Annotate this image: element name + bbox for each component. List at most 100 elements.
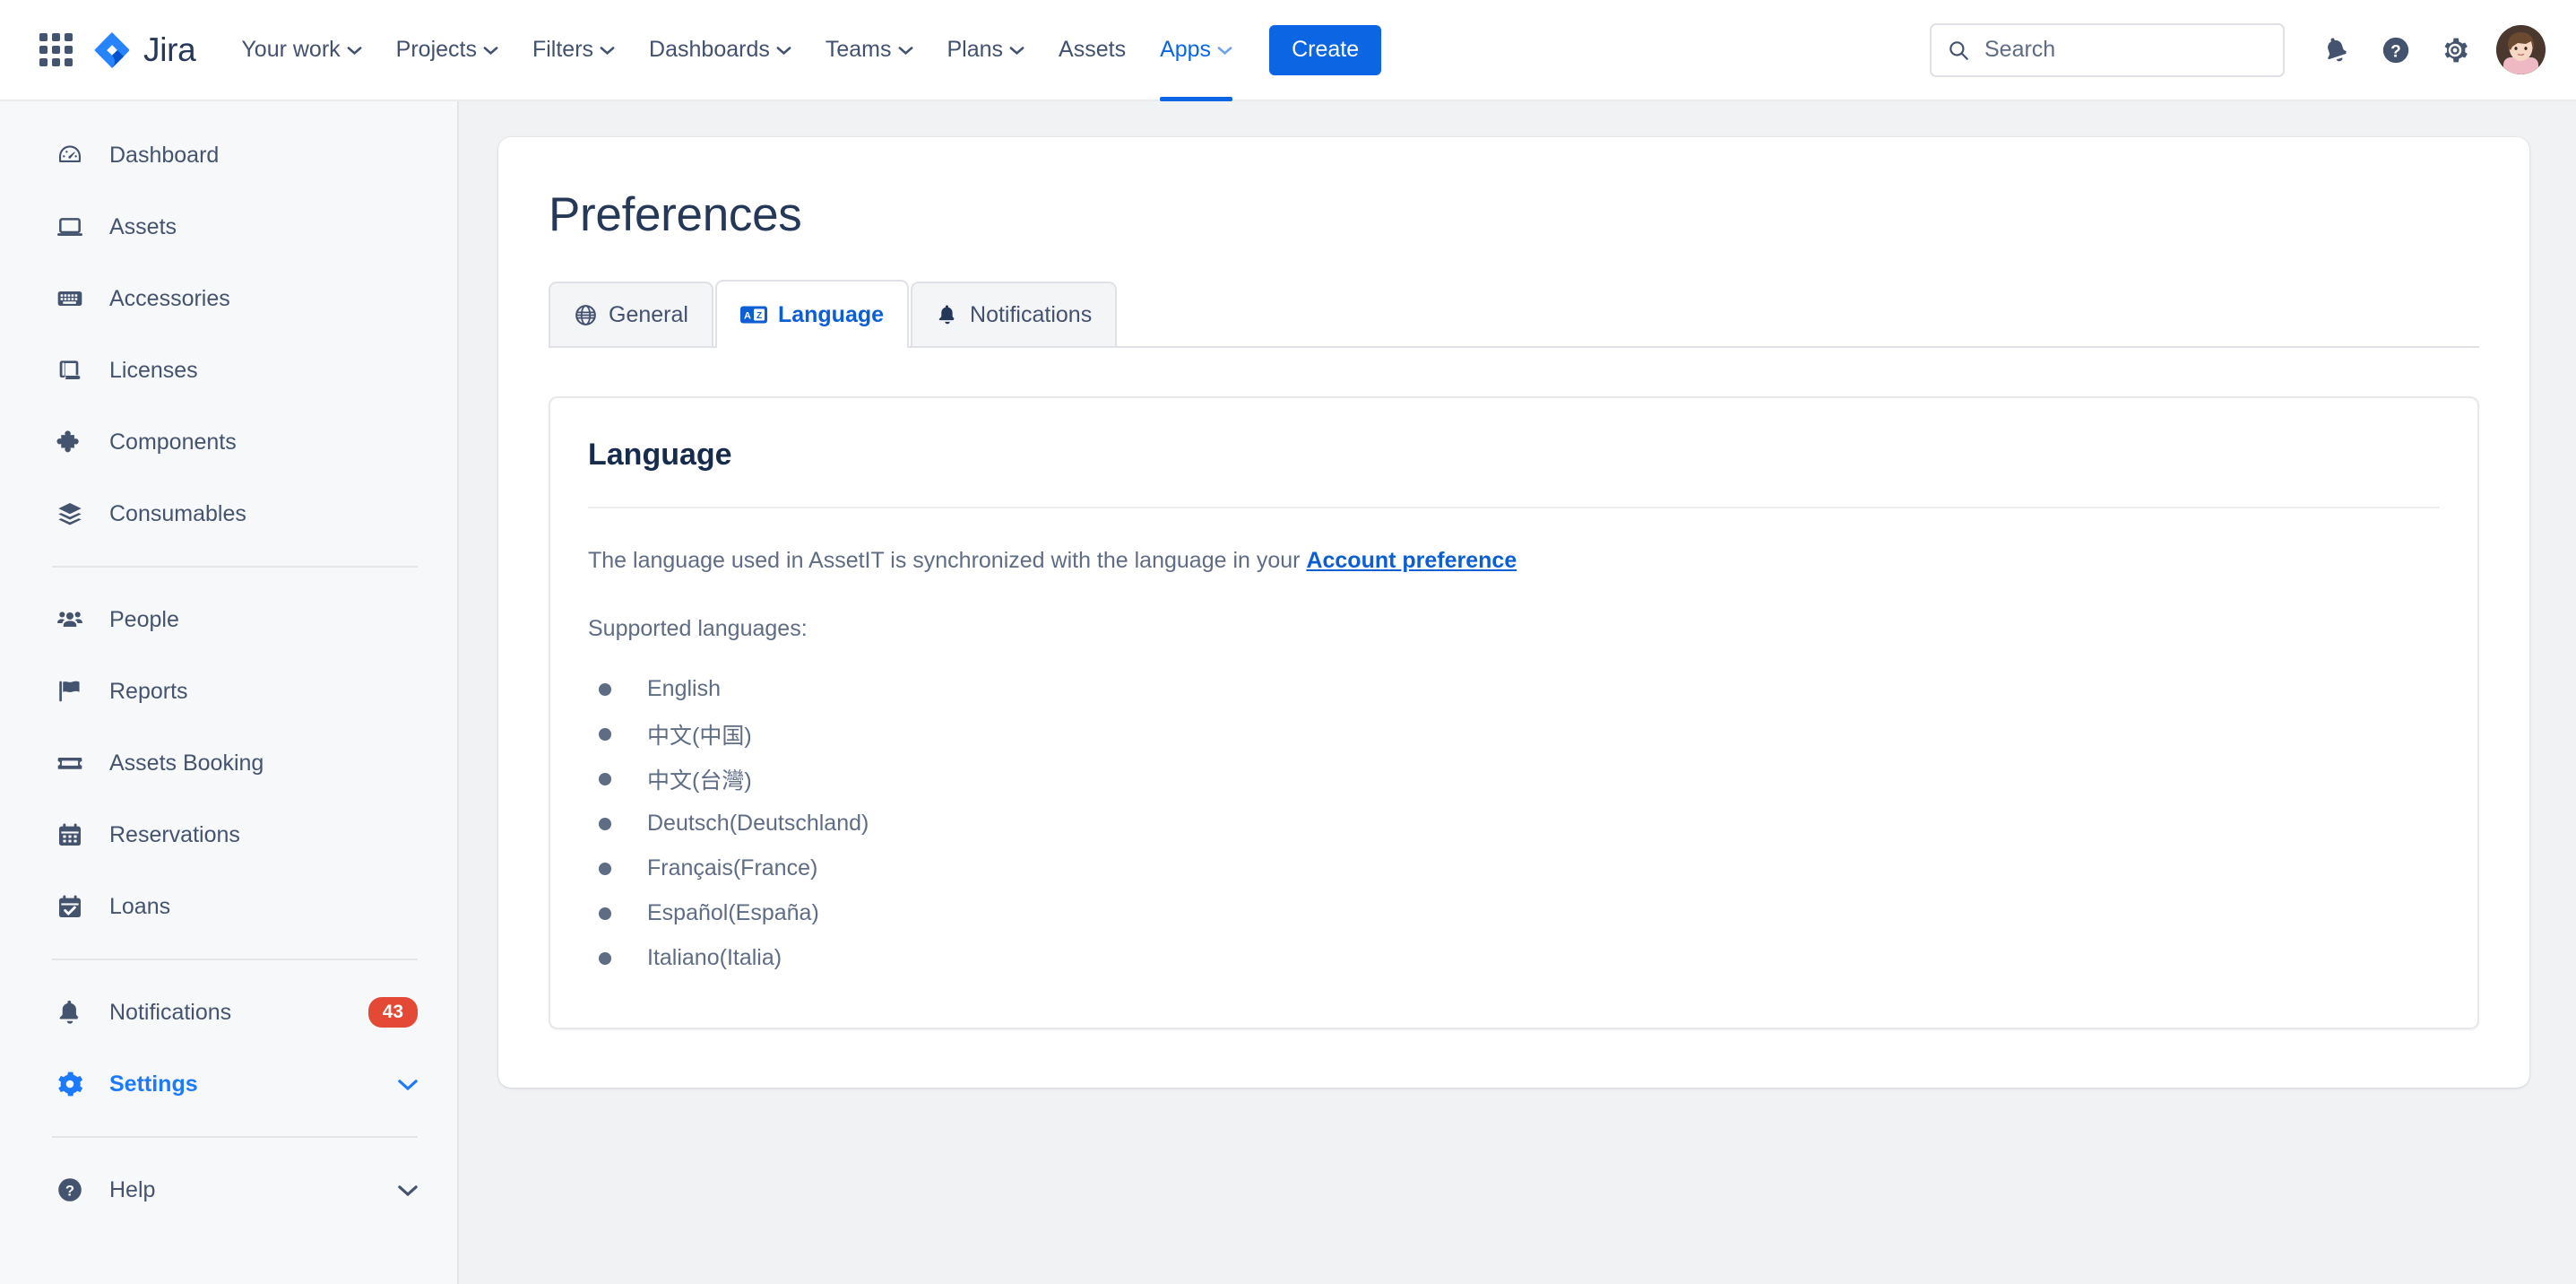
topbar-actions: ? [1930,22,2546,77]
sidebar-item-label: Accessories [109,285,230,311]
sidebar-item-assets-booking[interactable]: Assets Booking [0,727,457,799]
search-icon [1949,40,1968,60]
help-button[interactable]: ? [2369,23,2423,77]
svg-text:A: A [744,311,751,322]
language-card: Language The language used in AssetIT is… [549,396,2479,1029]
flag-icon [52,677,88,706]
layers-icon [52,499,88,528]
chevron-down-icon [776,46,791,55]
list-item: English [588,667,2440,712]
speedometer-icon [52,141,88,169]
sidebar-item-consumables[interactable]: Consumables [0,478,457,550]
nav-item-apps[interactable]: Apps [1143,0,1249,101]
sidebar-divider [52,959,418,960]
sidebar-item-settings[interactable]: Settings [0,1048,457,1120]
sidebar-item-people[interactable]: People [0,584,457,655]
bullet-icon [599,951,611,965]
list-item: 中文(台灣) [588,757,2440,802]
sidebar-item-help[interactable]: ? Help [0,1154,457,1226]
description-text: The language used in AssetIT is synchron… [588,548,1307,573]
sidebar-divider [52,1136,418,1138]
list-item: Deutsch(Deutschland) [588,802,2440,846]
sidebar-item-label: Settings [109,1071,198,1097]
avatar[interactable] [2496,25,2546,74]
preferences-panel: Preferences General AZ Language Notifica… [498,137,2529,1088]
sidebar: Dashboard Assets Accessories Licenses Co [0,101,459,1284]
sidebar-item-label: Notifications [109,999,232,1025]
tab-general[interactable]: General [549,282,713,346]
search-input[interactable] [1983,36,2252,64]
sidebar-item-loans[interactable]: Loans [0,871,457,942]
chevron-down-icon [600,46,615,55]
nav-item-teams[interactable]: Teams [808,0,930,100]
chevron-down-icon [347,46,362,55]
nav-item-filters[interactable]: Filters [515,0,632,100]
sidebar-item-label: Loans [109,893,171,919]
sidebar-item-label: Reservations [109,821,240,847]
nav-item-plans[interactable]: Plans [930,0,1042,100]
list-item: Español(España) [588,891,2440,936]
calendar-icon [52,820,88,849]
nav-item-dashboards[interactable]: Dashboards [632,0,808,100]
bell-icon [52,998,88,1027]
primary-nav: Your work Projects Filters Dashboards Te… [224,0,1249,101]
tab-notifications[interactable]: Notifications [911,282,1118,346]
sidebar-item-label: Help [109,1176,156,1202]
search-box[interactable] [1930,22,2285,77]
main-content: Preferences General AZ Language Notifica… [459,101,2576,1284]
sidebar-item-dashboard[interactable]: Dashboard [0,119,457,191]
list-item: Français(France) [588,846,2440,891]
grid-icon [39,33,73,66]
nav-label: Plans [947,37,1004,62]
nav-item-assets[interactable]: Assets [1042,0,1143,100]
sidebar-item-label: Consumables [109,500,246,526]
nav-label: Dashboards [649,37,770,62]
settings-button[interactable] [2428,23,2482,77]
page-title: Preferences [549,188,802,241]
tab-label: Notifications [970,301,1093,327]
nav-label: Assets [1059,37,1127,62]
tab-label: General [609,301,688,327]
language-label: Français(France) [647,855,818,881]
sidebar-item-accessories[interactable]: Accessories [0,263,457,334]
supported-languages-label: Supported languages: [588,616,808,642]
sidebar-item-label: Dashboard [109,142,220,168]
bullet-icon [599,817,611,830]
chevron-down-icon [483,46,498,55]
nav-item-your-work[interactable]: Your work [224,0,378,100]
jira-logo-icon [94,31,130,68]
account-preference-link[interactable]: Account preference [1306,548,1517,573]
sidebar-item-notifications[interactable]: Notifications 43 [0,976,457,1048]
sidebar-item-components[interactable]: Components [0,406,457,478]
bell-icon [936,303,959,326]
sidebar-divider [52,566,418,568]
sidebar-item-reports[interactable]: Reports [0,655,457,727]
help-circle-icon: ? [52,1176,88,1204]
bullet-icon [599,772,611,785]
card-divider [588,507,2440,508]
body-wrapper: Dashboard Assets Accessories Licenses Co [0,101,2576,1284]
sidebar-item-label: Assets Booking [109,750,264,776]
language-label: Deutsch(Deutschland) [647,811,869,836]
puzzle-piece-icon [52,428,88,456]
language-label: Italiano(Italia) [647,945,782,970]
notifications-bell-icon [2328,37,2347,61]
jira-home-link[interactable]: Jira [93,31,196,69]
translate-icon: AZ [739,304,767,325]
bullet-icon [599,727,611,741]
svg-text:Z: Z [756,311,762,321]
app-switcher-button[interactable] [30,25,81,75]
laptop-icon [52,213,88,241]
chevron-down-icon [1217,46,1232,55]
nav-item-projects[interactable]: Projects [379,0,515,100]
sidebar-item-assets[interactable]: Assets [0,191,457,263]
sidebar-item-reservations[interactable]: Reservations [0,799,457,871]
tab-language[interactable]: AZ Language [714,280,910,348]
avatar-image [2496,25,2546,74]
bullet-icon [599,682,611,696]
sidebar-item-licenses[interactable]: Licenses [0,334,457,406]
gear-icon [52,1070,88,1098]
create-button[interactable]: Create [1269,24,1382,75]
scroll-icon [52,356,88,385]
notifications-button[interactable] [2310,23,2364,77]
